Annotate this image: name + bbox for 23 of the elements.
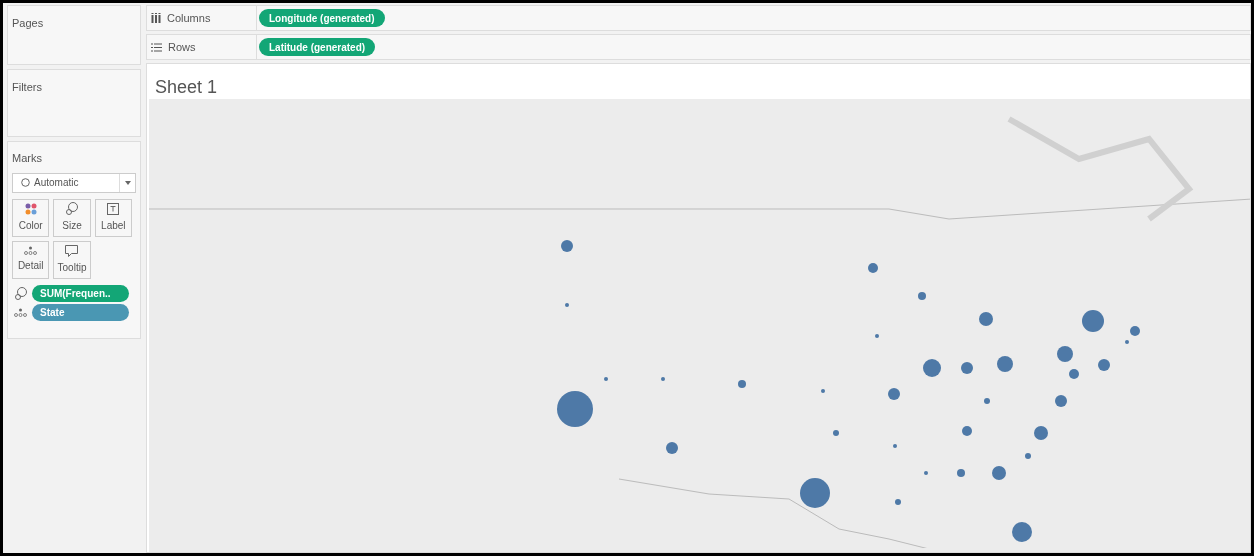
shelf-label: Columns: [167, 10, 211, 26]
detail-card-button[interactable]: Detail: [12, 240, 50, 279]
color-card-button[interactable]: Color: [12, 198, 50, 237]
tooltip-icon: [65, 244, 79, 257]
mark-type-dropdown[interactable]: Automatic: [12, 172, 136, 193]
panel-title: Marks: [12, 151, 43, 166]
size-card-button[interactable]: Size: [53, 198, 91, 237]
label-card-button[interactable]: Label: [94, 198, 132, 237]
columns-icon: [151, 13, 161, 23]
size-icon: [13, 286, 27, 300]
tooltip-card-button[interactable]: Tooltip: [53, 240, 91, 279]
detail-icon: [13, 307, 27, 317]
label-icon: [107, 202, 120, 215]
panel-title: Filters: [12, 81, 42, 93]
rows-icon: [151, 42, 162, 52]
size-icon: [65, 202, 79, 215]
sheet-title: Sheet 1: [154, 76, 219, 99]
dots-icon: [24, 202, 37, 215]
caret-icon: [124, 180, 131, 185]
detail-icon: [24, 246, 38, 255]
panel-title: Pages: [12, 17, 44, 29]
shelf-label: Rows: [168, 39, 196, 55]
circle-icon: [21, 178, 30, 187]
